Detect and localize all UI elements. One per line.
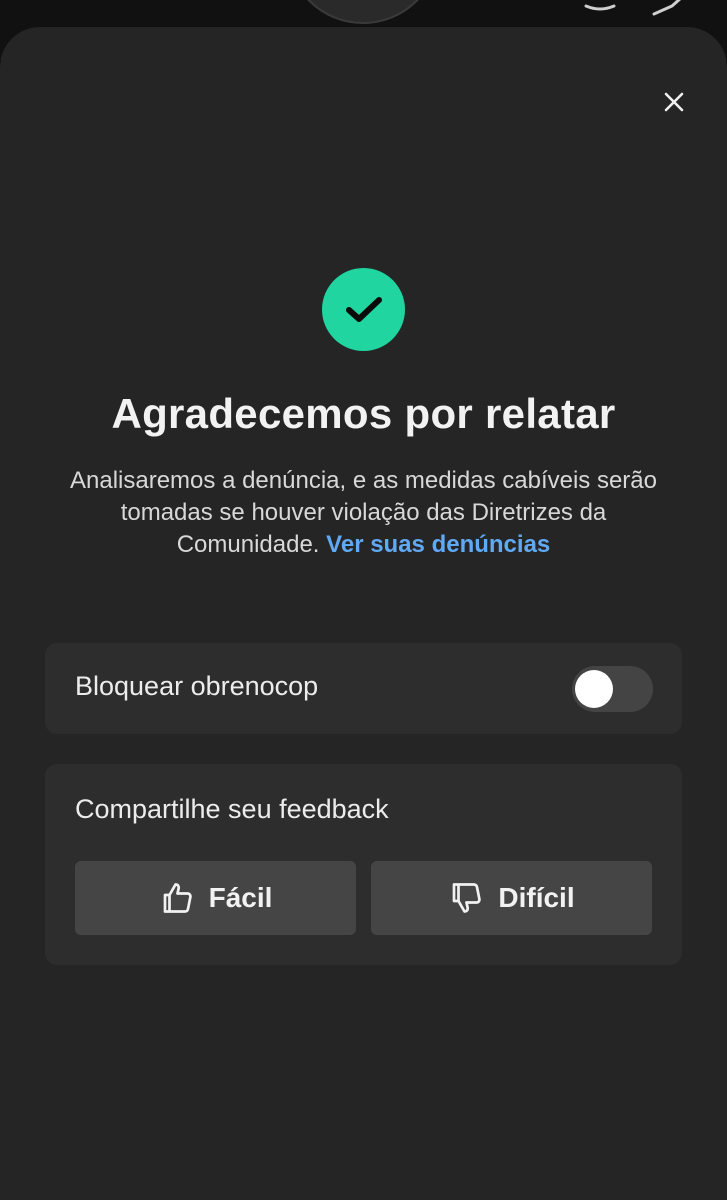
toggle-knob <box>575 670 613 708</box>
feedback-card: Compartilhe seu feedback Fácil Difícil <box>45 764 682 965</box>
hard-feedback-button[interactable]: Difícil <box>371 861 652 935</box>
thumbs-down-icon <box>453 883 482 913</box>
hard-label: Difícil <box>498 882 575 913</box>
easy-feedback-button[interactable]: Fácil <box>75 861 356 935</box>
feedback-label: Compartilhe seu feedback <box>75 794 389 824</box>
thumbs-up-icon <box>163 883 192 913</box>
profile-avatar[interactable] <box>286 0 440 24</box>
checkmark-icon <box>345 296 382 322</box>
close-button[interactable] <box>656 84 692 120</box>
block-user-label: Bloquear obrenocop <box>75 671 319 701</box>
block-user-card: Bloquear obrenocop <box>45 643 682 734</box>
close-icon <box>664 92 684 112</box>
report-confirmation-sheet: Agradecemos por relatar Analisaremos a d… <box>0 27 727 1200</box>
check-circle-icon <box>322 268 405 351</box>
bell-icon[interactable] <box>580 0 620 18</box>
view-reports-link[interactable]: Ver suas denúncias <box>326 531 550 558</box>
back-arrow-icon[interactable] <box>26 0 56 12</box>
dialog-title: Agradecemos por relatar <box>111 390 616 437</box>
easy-label: Fácil <box>208 882 273 913</box>
share-icon[interactable] <box>650 0 696 18</box>
block-user-toggle[interactable] <box>572 666 653 712</box>
dialog-description: Analisaremos a denúncia, e as medidas ca… <box>48 465 679 561</box>
